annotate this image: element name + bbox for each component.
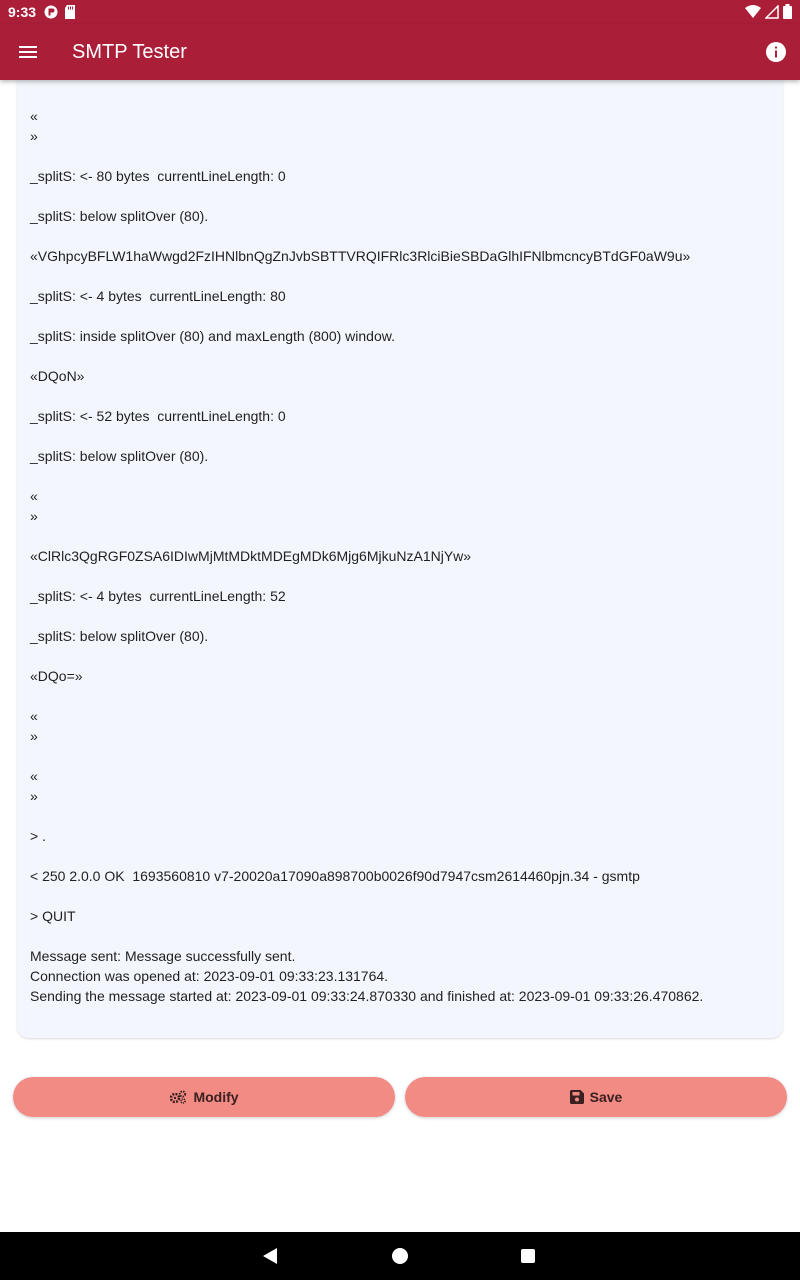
- log-line: > QUIT: [30, 908, 76, 924]
- log-line: _splitS: <- 80 bytes currentLineLength: …: [30, 168, 286, 184]
- log-line: «DQoN»: [30, 368, 85, 384]
- app-title: SMTP Tester: [72, 40, 187, 63]
- info-icon: [766, 42, 786, 62]
- wifi-icon: [745, 4, 761, 18]
- log-line: «DQo=»: [30, 668, 83, 684]
- log-line: « »: [30, 488, 38, 524]
- log-summary: Message sent: Message successfully sent.…: [30, 948, 704, 1004]
- log-line: _splitS: below splitOver (80).: [30, 448, 209, 464]
- info-button[interactable]: [764, 40, 788, 64]
- log-line: _splitS: <- 4 bytes currentLineLength: 8…: [30, 288, 286, 304]
- log-lines: « » _splitS: <- 80 bytes currentLineLeng…: [30, 106, 770, 1026]
- app-bar: SMTP Tester: [0, 24, 800, 80]
- log-line: _splitS: inside splitOver (80) and maxLe…: [30, 328, 395, 344]
- save-icon: [569, 1090, 584, 1104]
- signal-icon: [765, 4, 779, 19]
- menu-button[interactable]: [0, 24, 56, 80]
- log-line: _splitS: below splitOver (80).: [30, 628, 209, 644]
- save-button[interactable]: Save: [405, 1077, 787, 1117]
- modify-button-label: Modify: [193, 1089, 239, 1105]
- log-line: «VGhpcyBFLW1haWwgd2FzIHNlbnQgZnJvbSBTTVR…: [30, 248, 691, 264]
- status-system-icons: [745, 4, 792, 19]
- log-line: « »: [30, 768, 38, 804]
- back-icon[interactable]: [262, 1247, 278, 1265]
- hamburger-menu-icon: [19, 46, 37, 58]
- smtp-log-panel[interactable]: « » _splitS: <- 80 bytes currentLineLeng…: [17, 80, 783, 1038]
- log-line: «ClRlc3QgRGF0ZSA6IDIwMjMtMDktMDEgMDk6Mjg…: [30, 548, 472, 564]
- save-button-label: Save: [589, 1089, 623, 1105]
- log-line: _splitS: <- 52 bytes currentLineLength: …: [30, 408, 286, 424]
- log-line: _splitS: <- 4 bytes currentLineLength: 5…: [30, 588, 286, 604]
- log-line: « »: [30, 708, 38, 744]
- modify-button[interactable]: Modify: [13, 1077, 395, 1117]
- log-line: « »: [30, 108, 38, 144]
- recents-icon[interactable]: [521, 1249, 535, 1263]
- app-notification-icon: [44, 5, 58, 19]
- log-line: _splitS: below splitOver (80).: [30, 208, 209, 224]
- log-line: > .: [30, 828, 46, 844]
- status-time: 9:33: [8, 4, 37, 20]
- status-bar: 9:33: [0, 0, 800, 24]
- battery-icon: [783, 4, 792, 19]
- sd-card-icon: [65, 5, 76, 19]
- system-navigation-bar: [0, 1232, 800, 1280]
- gears-icon: [170, 1090, 187, 1104]
- home-icon[interactable]: [392, 1248, 408, 1264]
- status-notification-icons: [44, 5, 76, 19]
- log-line: < 250 2.0.0 OK 1693560810 v7-20020a17090…: [30, 868, 640, 884]
